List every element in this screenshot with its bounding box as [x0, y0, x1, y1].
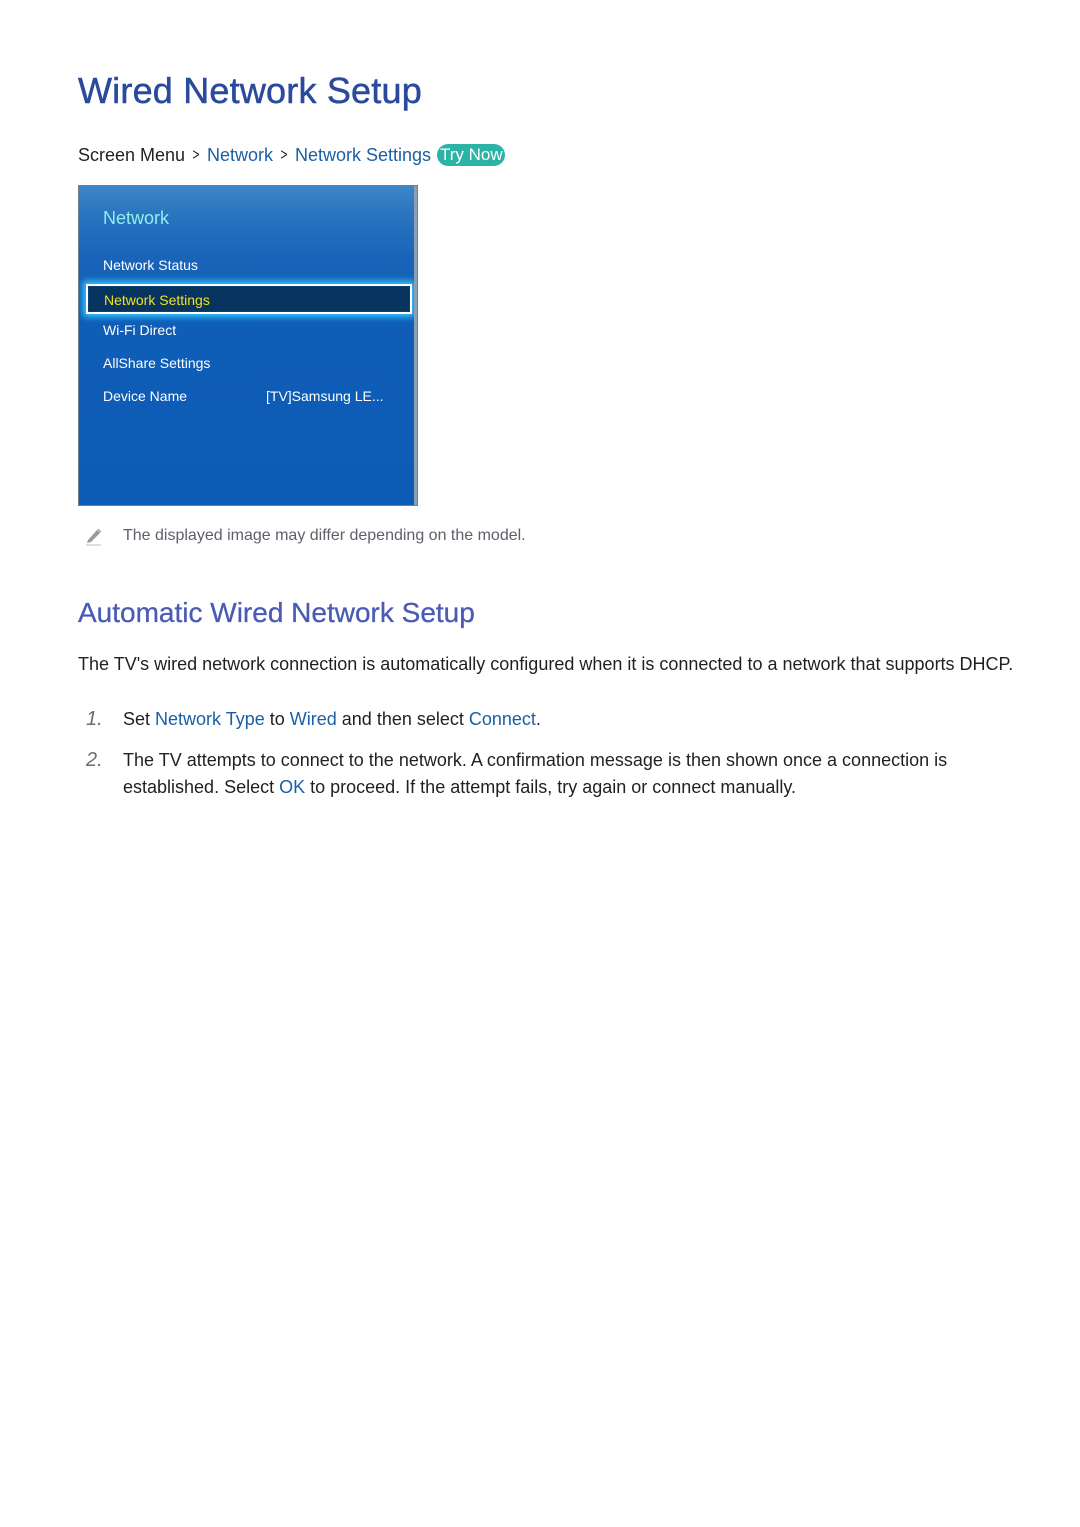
step-body: The TV attempts to connect to the networ… [123, 747, 953, 801]
try-now-button[interactable]: Try Now [437, 144, 505, 166]
breadcrumb-network-link[interactable]: Network [207, 145, 273, 166]
chevron-right-icon: > [280, 145, 288, 164]
tv-menu-item-device-name: Device Name [103, 388, 188, 404]
ui-term-ok: OK [279, 777, 306, 797]
step-number: 1. [86, 708, 103, 730]
note-text: The displayed image may differ depending… [123, 527, 526, 544]
step-1: 1. Set Network Type to Wired and then se… [78, 706, 978, 733]
chevron-right-icon: > [192, 145, 200, 164]
step-number: 2. [86, 749, 103, 771]
step-body: Set Network Type to Wired and then selec… [123, 706, 978, 733]
intro-paragraph: The TV's wired network connection is aut… [78, 654, 1014, 674]
breadcrumb-network-settings-link[interactable]: Network Settings [295, 145, 431, 166]
step-text: to [264, 709, 290, 729]
step-text: Set [123, 709, 156, 729]
step-text: . [535, 709, 541, 729]
tv-menu-item-device-name-value: [TV]Samsung LE... [266, 388, 384, 404]
page-title: Wired Network Setup [78, 70, 422, 112]
breadcrumb: Screen Menu > Network > Network Settings… [78, 144, 505, 166]
tv-menu-title: Network [103, 208, 170, 228]
pencil-icon [86, 528, 102, 546]
tv-menu-item-network-settings-selected: Network Settings [86, 284, 412, 314]
ui-term-connect: Connect [468, 709, 536, 729]
ui-term-wired: Wired [289, 709, 337, 729]
tv-menu-item-allshare-settings: AllShare Settings [103, 355, 211, 371]
tv-menu-screenshot: Network Network Status Network Settings … [78, 185, 418, 506]
section-title: Automatic Wired Network Setup [78, 597, 475, 628]
tv-menu-item-label: Network Settings [104, 292, 210, 308]
step-text: and then select [336, 709, 469, 729]
breadcrumb-root: Screen Menu [78, 144, 186, 165]
step-text: to proceed. If the attempt fails, try ag… [305, 777, 797, 797]
tv-menu-item-wifi-direct: Wi-Fi Direct [103, 322, 177, 338]
note: The displayed image may differ depending… [84, 526, 526, 546]
step-2: 2. The TV attempts to connect to the net… [78, 747, 978, 801]
tv-menu-item-network-status: Network Status [103, 257, 198, 273]
ui-term-network-type: Network Type [155, 709, 265, 729]
